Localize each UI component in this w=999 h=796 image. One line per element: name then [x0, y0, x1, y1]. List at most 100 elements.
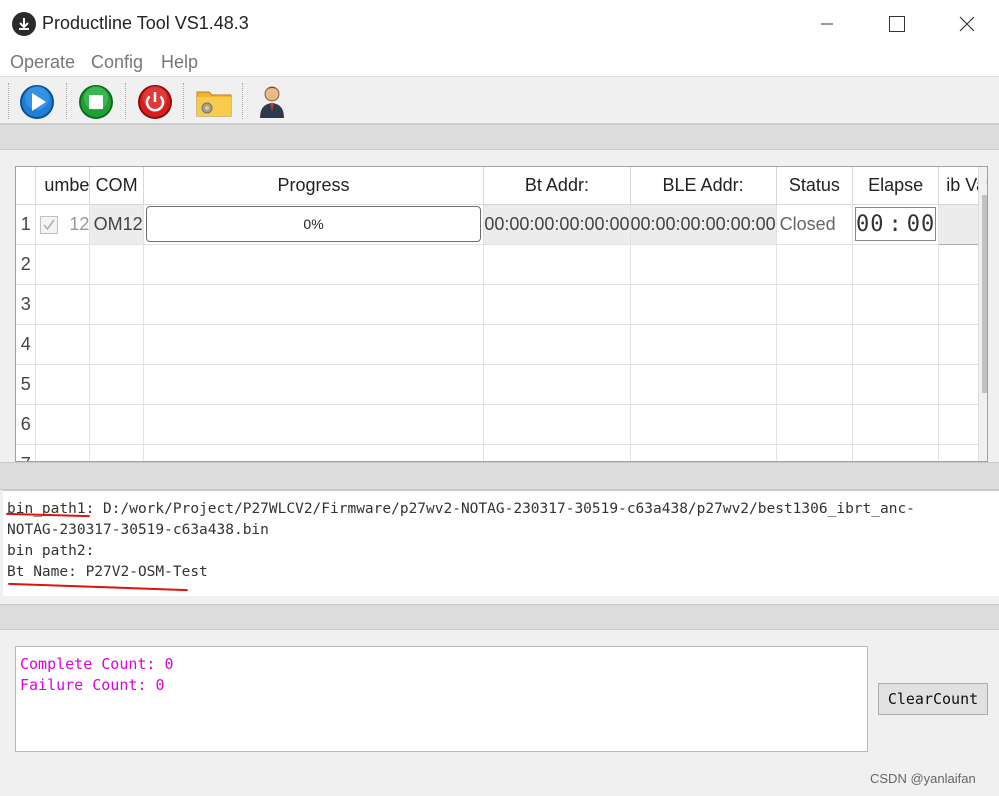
table-cell [630, 364, 777, 405]
table-cell [776, 324, 854, 365]
start-button[interactable] [17, 82, 57, 122]
menu-bar: Operate Config Help [0, 48, 999, 76]
toolbar [0, 76, 999, 124]
maximize-button[interactable] [874, 0, 920, 48]
bin-path2-line: bin path2: [7, 543, 95, 559]
number-cell[interactable]: 12 [35, 204, 91, 245]
bin-path1-continuation: NOTAG-230317-30519-c63a438.bin [7, 522, 269, 538]
grid-vertical-scrollbar[interactable] [978, 167, 987, 461]
table-row[interactable]: 3 [16, 284, 987, 325]
ble-addr-cell[interactable]: 00:00:00:00:00:00 [630, 204, 777, 245]
elapse-separator: : [888, 211, 903, 237]
panel-divider [0, 462, 999, 490]
corner-header [16, 167, 37, 205]
bin-path1-value: : D:/work/Project/P27WLCV2/Firmware/p27w… [85, 501, 915, 517]
watermark: CSDN @yanlaifan [870, 771, 976, 786]
table-cell [89, 244, 144, 285]
toolbar-separator [125, 83, 126, 119]
column-header-ble-addr[interactable]: BLE Addr: [630, 167, 777, 205]
stop-button[interactable] [76, 82, 116, 122]
column-header-com[interactable]: COM [89, 167, 144, 205]
device-grid[interactable]: umbe COM Progress Bt Addr: BLE Addr: Sta… [15, 166, 988, 462]
table-cell [143, 284, 485, 325]
table-row[interactable]: 5 [16, 364, 987, 405]
menu-config[interactable]: Config [91, 52, 143, 73]
menu-help[interactable]: Help [161, 52, 198, 73]
table-row[interactable]: 4 [16, 324, 987, 365]
table-cell [143, 444, 485, 461]
column-header-elapse[interactable]: Elapse [852, 167, 940, 205]
table-cell [35, 404, 91, 445]
table-row[interactable]: 6 [16, 404, 987, 445]
table-cell [852, 324, 940, 365]
window-title: Productline Tool VS1.48.3 [42, 13, 249, 33]
column-header-status[interactable]: Status [776, 167, 854, 205]
power-button[interactable] [135, 82, 175, 122]
toolbar-separator [66, 83, 67, 119]
bt-addr-cell[interactable]: 00:00:00:00:00:00 [483, 204, 631, 245]
minimize-icon [821, 23, 833, 25]
toolbar-separator [242, 83, 243, 119]
stop-icon [79, 85, 113, 119]
complete-count: Complete Count: 0 [20, 655, 174, 673]
row-number: 3 [16, 284, 37, 325]
table-row[interactable]: 2 [16, 244, 987, 285]
scroll-up-button[interactable] [979, 169, 987, 191]
table-cell [35, 244, 91, 285]
table-cell [483, 444, 631, 461]
table-cell [630, 244, 777, 285]
table-cell [852, 364, 940, 405]
table-cell [35, 284, 91, 325]
table-cell [35, 364, 91, 405]
table-cell [852, 284, 940, 325]
table-cell [776, 444, 854, 461]
table-cell [89, 324, 144, 365]
checkmark-icon [43, 219, 56, 230]
toolbar-separator [8, 83, 9, 119]
table-cell [89, 364, 144, 405]
title-bar: Productline Tool VS1.48.3 [0, 0, 999, 48]
settings-button[interactable] [194, 82, 234, 122]
elapse-cell: 00 : 00 [852, 204, 940, 245]
com-cell[interactable]: OM12 [89, 204, 144, 245]
download-icon [12, 12, 36, 36]
progress-cell: 0% [143, 204, 485, 245]
row-number: 2 [16, 244, 37, 285]
table-cell [143, 404, 485, 445]
column-header-bt-addr[interactable]: Bt Addr: [483, 167, 631, 205]
user-button[interactable] [252, 82, 292, 122]
row-number: 4 [16, 324, 37, 365]
table-cell [630, 444, 777, 461]
menu-operate[interactable]: Operate [10, 52, 75, 73]
clear-count-button[interactable]: ClearCount [878, 683, 988, 715]
table-row[interactable]: 7 [16, 444, 987, 461]
app-window: Productline Tool VS1.48.3 Operate Config… [0, 0, 999, 796]
failure-count: Failure Count: 0 [20, 676, 165, 694]
config-log: bin_path1: D:/work/Project/P27WLCV2/Firm… [3, 490, 999, 596]
table-row[interactable]: 1 12 OM12 0% 00:00:00:00:00:00 00:00:00:… [16, 203, 987, 245]
column-header-progress[interactable]: Progress [143, 167, 485, 205]
row-number: 6 [16, 404, 37, 445]
elapse-timer: 00 : 00 [855, 207, 937, 241]
checkbox[interactable] [40, 215, 59, 234]
progress-text: 0% [303, 216, 324, 232]
table-cell [776, 364, 854, 405]
scrollbar-thumb[interactable] [982, 195, 987, 393]
minimize-button[interactable] [804, 0, 850, 48]
close-button[interactable] [944, 0, 990, 48]
count-panel: Complete Count: 0 Failure Count: 0 [15, 646, 868, 752]
table-cell [852, 244, 940, 285]
device-number: 12 [69, 213, 90, 234]
row-number: 5 [16, 364, 37, 405]
panel-divider [0, 604, 999, 630]
elapse-minutes: 00 [856, 211, 885, 237]
column-header-number[interactable]: umbe [35, 167, 91, 205]
table-cell [630, 284, 777, 325]
table-cell [776, 404, 854, 445]
progress-bar: 0% [145, 206, 482, 242]
status-cell: Closed [776, 204, 854, 245]
header-row: umbe COM Progress Bt Addr: BLE Addr: Sta… [16, 167, 987, 205]
table-cell [483, 404, 631, 445]
play-icon [20, 85, 54, 119]
folder-gear-icon [196, 91, 232, 117]
